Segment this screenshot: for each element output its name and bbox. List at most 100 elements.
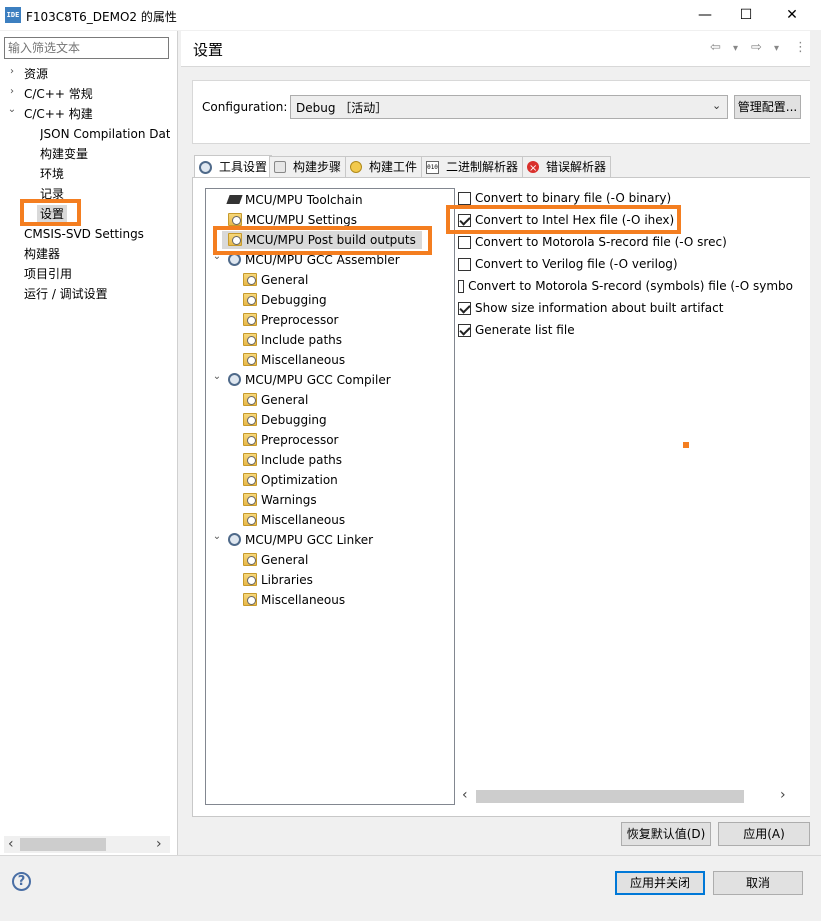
settings-folder-icon: [243, 513, 257, 526]
settings-folder-icon: [243, 293, 257, 306]
scrollbar-thumb[interactable]: [20, 838, 106, 851]
tree-item-label: Libraries: [261, 573, 313, 587]
tree-item-cc-general[interactable]: General: [243, 391, 308, 409]
gear-icon: [228, 373, 241, 386]
tree-item-cc-optimization[interactable]: Optimization: [243, 471, 338, 489]
tree-item-ld-general[interactable]: General: [243, 551, 308, 569]
scroll-right-icon[interactable]: ›: [156, 836, 162, 852]
tree-item-asm-include-paths[interactable]: Include paths: [243, 331, 342, 349]
tree-item-cc-preprocessor[interactable]: Preprocessor: [243, 431, 338, 449]
apply-button[interactable]: 应用(A): [718, 822, 810, 846]
view-menu-icon[interactable]: ⋮: [794, 40, 807, 55]
chevron-down-icon[interactable]: ⌄: [712, 99, 721, 112]
nav-item-cpp-general[interactable]: C/C++ 常规: [24, 85, 93, 103]
nav-item-cmsis-svd[interactable]: CMSIS-SVD Settings: [24, 225, 144, 243]
maximize-button[interactable]: ☐: [723, 0, 769, 30]
checkbox[interactable]: [458, 279, 465, 293]
tree-item-asm-general[interactable]: General: [243, 271, 308, 289]
tab-binary-parsers[interactable]: 010 二进制解析器: [421, 156, 524, 178]
nav-item-run-debug-settings[interactable]: 运行 / 调试设置: [24, 285, 108, 303]
nav-item-builders[interactable]: 构建器: [24, 245, 60, 263]
tree-item-ld-libraries[interactable]: Libraries: [243, 571, 313, 589]
collapse-icon[interactable]: ⌄: [6, 104, 18, 115]
tab-error-parsers[interactable]: 错误解析器: [522, 156, 612, 179]
settings-folder-icon: [243, 553, 257, 566]
back-dropdown-icon[interactable]: ▾: [733, 43, 738, 54]
tree-item-asm-miscellaneous[interactable]: Miscellaneous: [243, 351, 345, 369]
tree-item-gcc-compiler[interactable]: MCU/MPU GCC Compiler: [228, 371, 391, 389]
tree-item-toolchain[interactable]: MCU/MPU Toolchain: [226, 191, 363, 209]
options-horizontal-scrollbar[interactable]: ‹ ›: [460, 787, 796, 804]
tree-item-label: MCU/MPU GCC Linker: [245, 533, 374, 547]
settings-folder-icon: [243, 313, 257, 326]
settings-folder-icon: [243, 593, 257, 606]
right-edge: [810, 31, 821, 920]
option-verilog[interactable]: Convert to Verilog file (-O verilog): [458, 255, 678, 273]
collapse-icon[interactable]: ⌄: [211, 531, 223, 542]
option-list-file[interactable]: Generate list file: [458, 321, 575, 339]
tree-item-label: Miscellaneous: [261, 513, 346, 527]
checkbox[interactable]: [458, 235, 471, 249]
expand-icon[interactable]: ›: [6, 86, 18, 97]
option-label: Convert to Motorola S-record (symbols) f…: [468, 279, 793, 293]
tab-tool-settings[interactable]: 工具设置: [194, 155, 273, 179]
tab-label: 构建步骤: [293, 160, 342, 174]
tree-item-cc-miscellaneous[interactable]: Miscellaneous: [243, 511, 345, 529]
nav-item-json-compilation[interactable]: JSON Compilation Dat: [40, 125, 170, 143]
back-icon[interactable]: ⇦: [710, 40, 721, 55]
scroll-right-icon[interactable]: ›: [780, 787, 786, 803]
option-symbolsrec[interactable]: Convert to Motorola S-record (symbols) f…: [458, 277, 793, 295]
close-button[interactable]: ✕: [769, 0, 815, 30]
nav-item-resource[interactable]: 资源: [24, 65, 48, 83]
nav-item-cpp-build[interactable]: C/C++ 构建: [24, 105, 93, 123]
tree-item-label: Include paths: [261, 453, 343, 467]
tree-item-cc-debugging[interactable]: Debugging: [243, 411, 327, 429]
nav-item-build-variables[interactable]: 构建变量: [40, 145, 88, 163]
scroll-left-icon[interactable]: ‹: [8, 836, 14, 852]
nav-item-environment[interactable]: 环境: [40, 165, 64, 183]
tab-label: 构建工件: [369, 160, 418, 174]
tree-item-label: General: [261, 393, 309, 407]
minimize-button[interactable]: —: [682, 0, 728, 30]
configuration-select[interactable]: Debug ［活动］: [290, 95, 728, 119]
tree-item-ld-miscellaneous[interactable]: Miscellaneous: [243, 591, 345, 609]
forward-dropdown-icon[interactable]: ▾: [774, 43, 779, 54]
settings-folder-icon: [243, 333, 257, 346]
apply-and-close-button[interactable]: 应用并关闭: [615, 871, 705, 895]
highlight-box: [20, 199, 81, 226]
scroll-left-icon[interactable]: ‹: [462, 787, 468, 803]
checkbox[interactable]: [458, 301, 471, 315]
tree-item-label: General: [261, 273, 309, 287]
option-label: Convert to Motorola S-record file (-O sr…: [475, 235, 727, 249]
checkbox[interactable]: [458, 323, 471, 337]
tree-item-cc-include-paths[interactable]: Include paths: [243, 451, 342, 469]
tree-item-asm-debugging[interactable]: Debugging: [243, 291, 327, 309]
tree-item-label: Include paths: [261, 333, 343, 347]
left-horizontal-scrollbar[interactable]: ‹ ›: [4, 836, 170, 853]
tab-build-artifact[interactable]: 构建工件: [345, 156, 423, 178]
collapse-icon[interactable]: ⌄: [211, 371, 223, 382]
option-show-size[interactable]: Show size information about built artifa…: [458, 299, 723, 317]
filter-input[interactable]: [4, 37, 169, 59]
scrollbar-thumb[interactable]: [476, 790, 744, 803]
tree-item-label: Optimization: [261, 473, 338, 487]
checkbox[interactable]: [458, 257, 471, 271]
nav-item-project-references[interactable]: 项目引用: [24, 265, 72, 283]
restore-defaults-button[interactable]: 恢复默认值(D): [621, 822, 711, 846]
tree-item-gcc-linker[interactable]: MCU/MPU GCC Linker: [228, 531, 373, 549]
tree-item-label: MCU/MPU Toolchain: [245, 193, 363, 207]
tree-item-cc-warnings[interactable]: Warnings: [243, 491, 317, 509]
cancel-button[interactable]: 取消: [713, 871, 803, 895]
option-srec[interactable]: Convert to Motorola S-record file (-O sr…: [458, 233, 727, 251]
settings-folder-icon: [243, 473, 257, 486]
settings-folder-icon: [243, 453, 257, 466]
help-icon[interactable]: ?: [12, 872, 31, 891]
gear-icon: [228, 533, 241, 546]
tab-build-steps[interactable]: 构建步骤: [269, 156, 347, 178]
tree-item-asm-preprocessor[interactable]: Preprocessor: [243, 311, 338, 329]
checkbox[interactable]: [458, 191, 471, 205]
manage-configurations-button[interactable]: 管理配置...: [734, 95, 801, 119]
expand-icon[interactable]: ›: [6, 66, 18, 77]
tree-item-label: General: [261, 553, 309, 567]
forward-icon[interactable]: ⇨: [751, 40, 762, 55]
